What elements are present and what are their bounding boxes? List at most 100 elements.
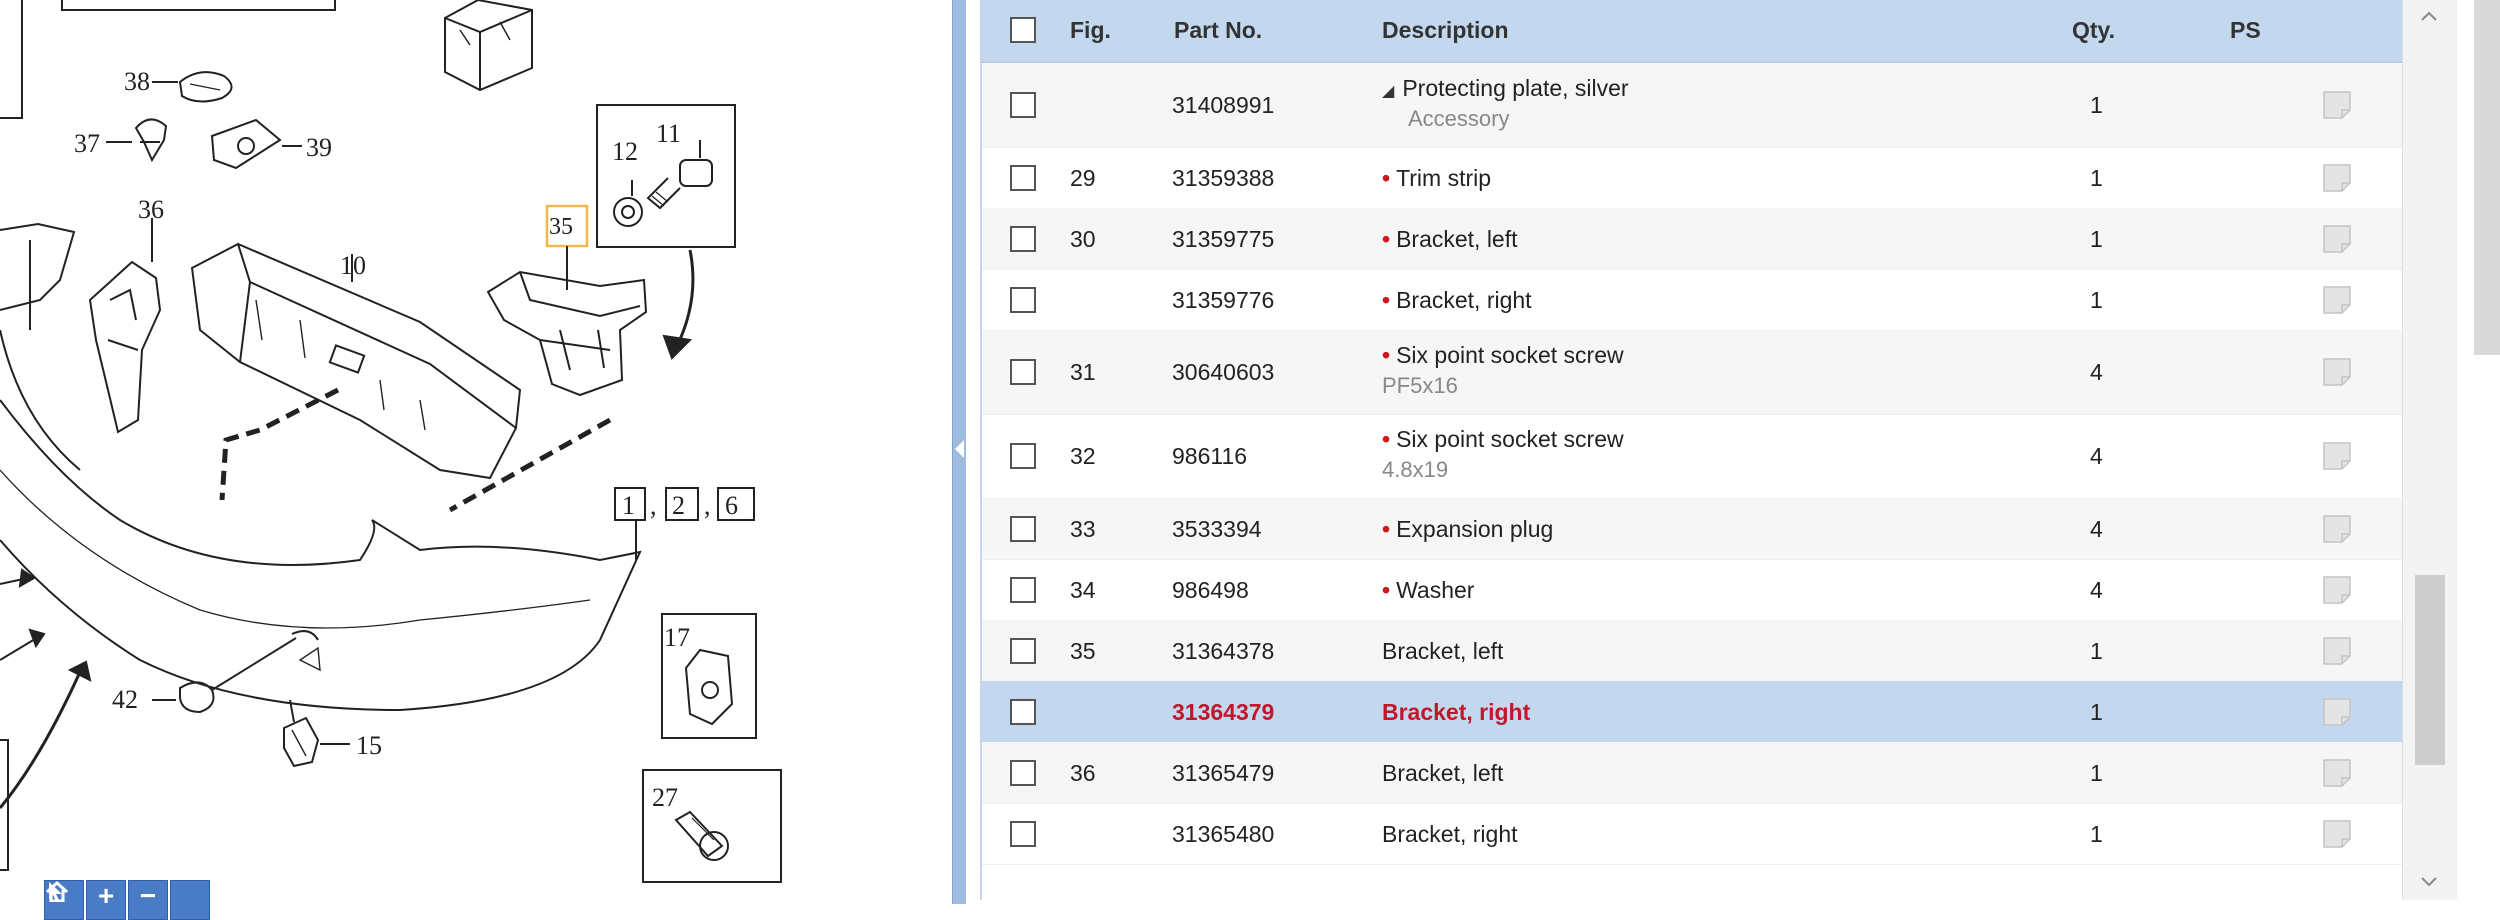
callout-36: 36 (138, 195, 164, 224)
fit-view-button[interactable] (45, 880, 210, 920)
part-number-cell[interactable]: 31408991 (1172, 92, 1274, 119)
row-checkbox[interactable] (1010, 698, 1036, 725)
description-cell: Bracket, left (1382, 638, 1503, 665)
frame-fragment (0, 0, 23, 119)
scroll-down-icon[interactable] (2419, 872, 2439, 892)
parts-diagram[interactable]: 38 37 39 12 11 36 10 35 1 2 6 17 42 15 2… (0, 0, 950, 920)
row-checkbox[interactable] (1010, 820, 1036, 847)
note-icon[interactable] (2322, 514, 2352, 544)
row-checkbox[interactable] (1010, 515, 1036, 542)
part-number-cell[interactable]: 31359388 (1172, 165, 1274, 192)
part-number-cell[interactable]: 30640603 (1172, 359, 1274, 386)
expand-triangle-icon[interactable]: ◢ (1382, 83, 1394, 100)
table-row[interactable]: 31364379 Bracket, right 1 (982, 681, 2402, 743)
table-row[interactable]: 32 986116 • Six point socket screw 4.8x19 4 (982, 414, 2402, 499)
description-cell: • Six point socket screw PF5x16 (1382, 342, 1624, 399)
bracket-17 (684, 648, 734, 726)
table-row[interactable]: 33 3533394 • Expansion plug 4 (982, 498, 2402, 560)
row-checkbox[interactable] (1010, 759, 1036, 786)
note-icon[interactable] (2322, 697, 2352, 727)
callout-11: 11 (656, 119, 681, 148)
part-number-cell[interactable]: 986116 (1172, 443, 1247, 470)
row-checkbox[interactable] (1010, 225, 1036, 252)
callout-17: 17 (664, 623, 690, 652)
description-cell: Bracket, right (1382, 821, 1518, 848)
note-icon[interactable] (2322, 575, 2352, 605)
callout-42: 42 (112, 685, 138, 714)
column-header-part-no[interactable]: Part No. (1174, 17, 1262, 44)
zoom-in-button[interactable]: + (86, 880, 126, 920)
note-icon[interactable] (2322, 224, 2352, 254)
note-icon[interactable] (2322, 163, 2352, 193)
fig-cell: 31 (1070, 359, 1096, 385)
scrollbar-thumb[interactable] (2415, 575, 2445, 765)
column-header-description[interactable]: Description (1382, 17, 1509, 44)
column-header-fig[interactable]: Fig. (1070, 17, 1111, 44)
note-icon[interactable] (2322, 285, 2352, 315)
bullet-icon: • (1382, 515, 1391, 542)
description-cell: • Expansion plug (1382, 516, 1553, 543)
description-cell: • Six point socket screw 4.8x19 (1382, 426, 1624, 483)
note-icon[interactable] (2322, 90, 2352, 120)
scroll-up-icon[interactable] (2419, 6, 2439, 26)
bullet-icon: • (1382, 225, 1391, 252)
part-number-cell[interactable]: 31359775 (1172, 226, 1274, 253)
collapse-arrow-icon[interactable] (955, 440, 964, 458)
select-all-checkbox[interactable] (1010, 17, 1036, 43)
description-text: Six point socket screw (1396, 342, 1624, 368)
description-text: Protecting plate, silver (1402, 75, 1629, 101)
bullet-icon: • (1382, 286, 1391, 313)
row-checkbox[interactable] (1010, 359, 1036, 385)
table-row[interactable]: 34 986498 • Washer 4 (982, 559, 2402, 621)
diagram-toolbar: + − (44, 880, 210, 920)
window-scrollbar-thumb[interactable] (2474, 0, 2500, 355)
note-icon[interactable] (2322, 758, 2352, 788)
row-checkbox[interactable] (1010, 164, 1036, 191)
description-text: Six point socket screw (1396, 426, 1624, 452)
row-checkbox[interactable] (1010, 286, 1036, 313)
zoom-out-button[interactable]: − (128, 880, 168, 920)
part-number-cell[interactable]: 31364378 (1172, 638, 1274, 665)
note-icon[interactable] (2322, 441, 2352, 471)
note-icon[interactable] (2322, 636, 2352, 666)
row-checkbox[interactable] (1010, 443, 1036, 469)
description-subtext: PF5x16 (1382, 373, 1458, 398)
part-number-cell[interactable]: 31365479 (1172, 760, 1274, 787)
home-icon (45, 880, 69, 902)
panel-splitter[interactable] (952, 0, 967, 904)
table-row[interactable]: 31365480 Bracket, right 1 (982, 803, 2402, 865)
row-checkbox[interactable] (1010, 576, 1036, 603)
part-number-cell[interactable]: 31359776 (1172, 287, 1274, 314)
callout-39: 39 (306, 133, 332, 162)
fig-cell: 29 (1070, 164, 1096, 191)
table-row[interactable]: 35 31364378 Bracket, left 1 (982, 620, 2402, 682)
table-row[interactable]: 31 30640603 • Six point socket screw PF5x16 4 (982, 330, 2402, 415)
description-text: Bracket, right (1382, 820, 1518, 847)
table-row[interactable]: 31408991 ◢ Protecting plate, silver Accesso… (982, 63, 2402, 148)
table-row[interactable]: 36 31365479 Bracket, left 1 (982, 742, 2402, 804)
table-header: Fig. Part No. Description Qty. PS (982, 0, 2402, 63)
callout-27: 27 (652, 783, 678, 812)
note-icon[interactable] (2322, 357, 2352, 387)
table-row[interactable]: 31359776 • Bracket, right 1 (982, 269, 2402, 331)
row-checkbox[interactable] (1010, 92, 1036, 118)
vertical-scrollbar[interactable] (2402, 0, 2457, 900)
row-checkbox[interactable] (1010, 637, 1036, 664)
part-number-cell[interactable]: 31365480 (1172, 821, 1274, 848)
svg-text:,: , (704, 491, 711, 520)
column-header-ps[interactable]: PS (2230, 17, 2261, 44)
description-text: Expansion plug (1396, 515, 1554, 542)
table-row[interactable]: 29 31359388 • Trim strip 1 (982, 147, 2402, 209)
qty-cell: 4 (2090, 515, 2103, 542)
part-number-cell[interactable]: 3533394 (1172, 516, 1262, 543)
table-row[interactable]: 30 31359775 • Bracket, left 1 (982, 208, 2402, 270)
qty-cell: 1 (2090, 820, 2103, 847)
description-cell: • Trim strip (1382, 165, 1491, 192)
frame-fragment (61, 0, 336, 11)
note-icon[interactable] (2322, 819, 2352, 849)
bolt-11 (646, 159, 713, 210)
column-header-qty[interactable]: Qty. (2072, 17, 2115, 44)
part-number-cell[interactable]: 31364379 (1172, 699, 1274, 726)
svg-text:,: , (650, 491, 657, 520)
part-number-cell[interactable]: 986498 (1172, 577, 1249, 604)
